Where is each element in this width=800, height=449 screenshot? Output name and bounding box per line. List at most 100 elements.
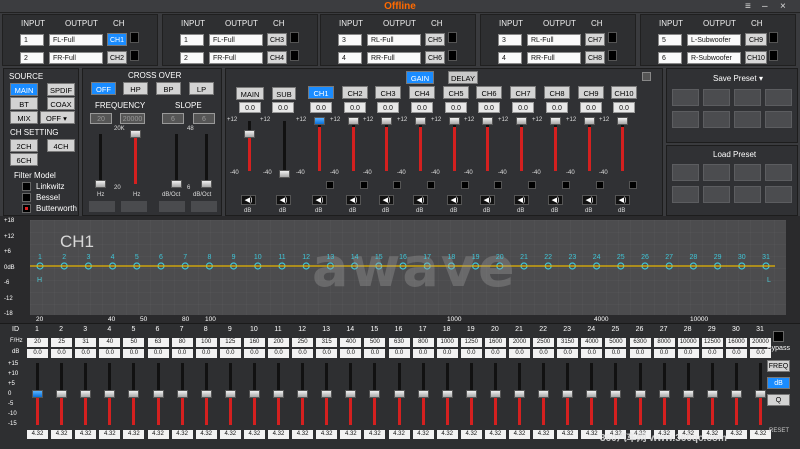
channel-gain-value[interactable]: 0.0 — [546, 102, 568, 113]
band-q-value[interactable]: 4.32 — [27, 430, 48, 439]
band-gain-slider[interactable] — [465, 390, 477, 398]
band-gain-value[interactable]: 0.0 — [75, 349, 97, 358]
sub-speaker-icon[interactable]: ◀) — [276, 195, 291, 205]
band-gain-slider[interactable] — [755, 390, 766, 398]
band-gain-slider[interactable] — [730, 390, 742, 398]
band-gain-value[interactable]: 0.0 — [99, 349, 121, 358]
source-spdif-button[interactable]: SPDIF — [47, 83, 75, 96]
channel-link-indicator[interactable] — [608, 50, 617, 61]
freq-high-value[interactable]: 20000 — [120, 113, 145, 124]
band-gain-slider[interactable] — [586, 390, 598, 398]
channel-button-ch8[interactable]: CH8 — [585, 51, 605, 64]
output-select[interactable]: FR-Full — [209, 52, 263, 64]
input-select[interactable]: 2 — [20, 52, 44, 64]
band-gain-slider[interactable] — [176, 390, 188, 398]
band-q-value[interactable]: 4.32 — [557, 430, 579, 439]
channel-gain-value[interactable]: 0.0 — [411, 102, 433, 113]
speaker-icon[interactable]: ◀) — [379, 195, 394, 205]
band-gain-slider[interactable] — [224, 390, 236, 398]
band-gain-value[interactable]: 0.0 — [364, 349, 386, 358]
band-gain-slider[interactable] — [345, 390, 357, 398]
band-frequency-value[interactable]: 2500 — [533, 338, 555, 347]
eq-curve-plot[interactable]: CH1 awave H L 1 2 3 4 5 6 7 8 9 10 11 12 13 14 15 16 17 1… — [30, 220, 786, 315]
ch-setting-6ch-button[interactable]: 6CH — [10, 153, 38, 166]
channel-tab-ch9[interactable]: CH9 — [578, 86, 604, 99]
speaker-icon[interactable]: ◀) — [615, 195, 630, 205]
band-q-value[interactable]: 4.32 — [460, 430, 482, 439]
band-gain-value[interactable]: 0.0 — [725, 349, 747, 358]
hp-slope-box[interactable] — [159, 201, 185, 212]
ch-setting-2ch-button[interactable]: 2CH — [10, 139, 38, 152]
band-q-value[interactable]: 4.32 — [75, 430, 97, 439]
band-frequency-value[interactable]: 25 — [51, 338, 73, 347]
source-bt-button[interactable]: BT — [10, 97, 38, 110]
band-frequency-value[interactable]: 100 — [195, 338, 217, 347]
band-gain-value[interactable]: 0.0 — [27, 349, 48, 358]
band-q-value[interactable]: 4.32 — [243, 430, 265, 439]
channel-phase-toggle[interactable] — [461, 181, 469, 189]
channel-phase-toggle[interactable] — [562, 181, 570, 189]
band-q-value[interactable]: 4.32 — [171, 430, 193, 439]
channel-gain-value[interactable]: 0.0 — [512, 102, 534, 113]
band-gain-value[interactable]: 0.0 — [701, 349, 723, 358]
band-q-value[interactable]: 4.32 — [484, 430, 506, 439]
source-coax-button[interactable]: COAX — [47, 97, 75, 110]
band-frequency-value[interactable]: 10000 — [677, 338, 699, 347]
output-select[interactable]: RL-Full — [527, 34, 581, 46]
input-select[interactable]: 6 — [658, 52, 682, 64]
channel-gain-slider[interactable] — [314, 117, 325, 125]
channel-tab-ch5[interactable]: CH5 — [443, 86, 469, 99]
band-q-value[interactable]: 4.32 — [316, 430, 338, 439]
band-q-value[interactable]: 4.32 — [725, 430, 747, 439]
output-select[interactable]: RR-Full — [527, 52, 581, 64]
band-frequency-value[interactable]: 2000 — [509, 338, 530, 347]
band-gain-slider[interactable] — [297, 390, 309, 398]
band-gain-slider[interactable] — [32, 390, 43, 398]
channel-gain-value[interactable]: 0.0 — [344, 102, 366, 113]
band-gain-value[interactable]: 0.0 — [629, 349, 651, 358]
band-q-value[interactable]: 4.32 — [364, 430, 386, 439]
source-off-dropdown[interactable]: OFF ▾ — [40, 111, 75, 124]
band-gain-value[interactable]: 0.0 — [653, 349, 675, 358]
speaker-icon[interactable]: ◀) — [514, 195, 529, 205]
band-gain-value[interactable]: 0.0 — [340, 349, 362, 358]
butterworth-checkbox[interactable] — [22, 204, 31, 213]
band-q-value[interactable]: 4.32 — [412, 430, 434, 439]
freq-mode-button[interactable]: FREQ — [767, 360, 790, 372]
input-select[interactable]: 3 — [498, 34, 522, 46]
band-gain-value[interactable]: 0.0 — [51, 349, 73, 358]
tab-delay[interactable]: DELAY — [448, 71, 478, 84]
channel-link-indicator[interactable] — [130, 32, 139, 43]
hp-slope-slider[interactable] — [171, 180, 182, 188]
speaker-icon[interactable]: ◀) — [346, 195, 361, 205]
chevron-down-icon[interactable]: ▾ — [759, 74, 763, 83]
band-gain-value[interactable]: 0.0 — [605, 349, 627, 358]
band-frequency-value[interactable]: 1600 — [484, 338, 506, 347]
band-gain-slider[interactable] — [658, 390, 670, 398]
band-frequency-value[interactable]: 315 — [316, 338, 338, 347]
band-gain-slider[interactable] — [80, 390, 92, 398]
band-gain-slider[interactable] — [321, 390, 333, 398]
input-select[interactable]: 4 — [338, 52, 362, 64]
crossover-hp-button[interactable]: HP — [123, 82, 148, 95]
q-mode-button[interactable]: Q — [767, 394, 790, 406]
band-gain-slider[interactable] — [152, 390, 164, 398]
band-gain-slider[interactable] — [200, 390, 212, 398]
band-q-value[interactable]: 4.32 — [388, 430, 410, 439]
channel-link-indicator[interactable] — [130, 50, 139, 61]
band-q-value[interactable]: 4.32 — [533, 430, 555, 439]
band-frequency-value[interactable]: 50 — [123, 338, 145, 347]
band-frequency-value[interactable]: 1250 — [460, 338, 482, 347]
channel-button-ch5[interactable]: CH5 — [425, 33, 445, 46]
slope-high-value[interactable]: 6 — [193, 113, 215, 124]
band-gain-slider[interactable] — [538, 390, 550, 398]
band-gain-slider[interactable] — [369, 390, 381, 398]
band-q-value[interactable]: 4.32 — [436, 430, 458, 439]
reset-button[interactable]: RESET — [769, 428, 789, 434]
channel-link-indicator[interactable] — [608, 32, 617, 43]
save-preset-slot-7[interactable] — [734, 111, 761, 128]
speaker-icon[interactable]: ◀) — [413, 195, 428, 205]
channel-link-indicator[interactable] — [290, 32, 299, 43]
band-gain-value[interactable]: 0.0 — [195, 349, 217, 358]
output-select[interactable]: RL-Full — [367, 34, 421, 46]
